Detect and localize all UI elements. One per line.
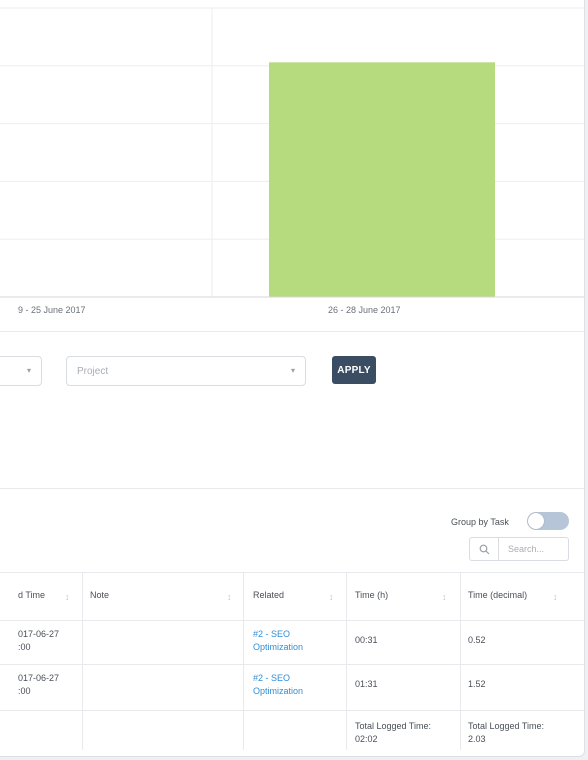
sort-icon[interactable]: ↕ (442, 592, 447, 602)
total-label: Total Logged Time: (355, 721, 432, 731)
search-box[interactable]: Search... (469, 537, 569, 561)
table-row-border (0, 664, 584, 665)
total-value: 02:02 (355, 734, 378, 744)
table-cell-time-h: 00:31 (355, 635, 378, 645)
chevron-down-icon: ▾ (26, 366, 31, 375)
column-header-related[interactable]: Related (253, 590, 284, 600)
column-header-start-time[interactable]: d Time (18, 590, 45, 600)
total-value: 2.03 (468, 734, 486, 744)
column-divider (346, 572, 347, 750)
chevron-down-icon: ▾ (290, 366, 295, 375)
section-divider (0, 331, 584, 332)
section-divider (0, 488, 584, 489)
table-top-border (0, 572, 584, 573)
search-icon (470, 538, 499, 560)
sort-icon[interactable]: ↕ (65, 592, 70, 602)
group-by-task-label: Group by Task (451, 517, 509, 527)
table-cell-date: 017-06-27 :00 (18, 672, 59, 698)
sort-icon[interactable]: ↕ (227, 592, 232, 602)
column-header-time-h[interactable]: Time (h) (355, 590, 388, 600)
time-text: :00 (18, 642, 31, 652)
report-card: 9 - 25 June 2017 26 - 28 June 2017 ▾ Pro… (0, 0, 585, 757)
total-time-decimal: Total Logged Time: 2.03 (468, 720, 544, 746)
table-header-border (0, 620, 584, 621)
chart-bar (269, 62, 495, 297)
toggle-knob (528, 513, 544, 529)
total-label: Total Logged Time: (468, 721, 545, 731)
filter-select[interactable]: ▾ (0, 356, 42, 386)
search-input[interactable]: Search... (508, 544, 544, 554)
related-link[interactable]: #2 - SEO Optimization (253, 628, 333, 654)
sort-icon[interactable]: ↕ (329, 592, 334, 602)
column-divider (460, 572, 461, 750)
column-header-time-decimal[interactable]: Time (decimal) (468, 590, 527, 600)
table-cell-time-decimal: 1.52 (468, 679, 486, 689)
column-divider (243, 572, 244, 750)
table-row-border (0, 710, 584, 711)
time-text: :00 (18, 686, 31, 696)
table-cell-time-h: 01:31 (355, 679, 378, 689)
project-placeholder: Project (77, 366, 109, 377)
related-link[interactable]: #2 - SEO Optimization (253, 672, 333, 698)
column-divider (82, 572, 83, 750)
date-text: 017-06-27 (18, 673, 60, 683)
x-tick-label: 26 - 28 June 2017 (328, 305, 401, 315)
time-chart: 9 - 25 June 2017 26 - 28 June 2017 (0, 0, 584, 330)
x-tick-label: 9 - 25 June 2017 (18, 305, 86, 315)
group-by-task-toggle[interactable] (527, 512, 569, 530)
table-cell-date: 017-06-27 :00 (18, 628, 59, 654)
chart-plot (0, 7, 584, 298)
apply-button[interactable]: APPLY (332, 356, 376, 384)
table-cell-time-decimal: 0.52 (468, 635, 486, 645)
sort-icon[interactable]: ↕ (553, 592, 558, 602)
column-header-note[interactable]: Note (90, 590, 109, 600)
total-time-h: Total Logged Time: 02:02 (355, 720, 431, 746)
project-select[interactable]: Project ▾ (66, 356, 306, 386)
date-text: 017-06-27 (18, 629, 60, 639)
